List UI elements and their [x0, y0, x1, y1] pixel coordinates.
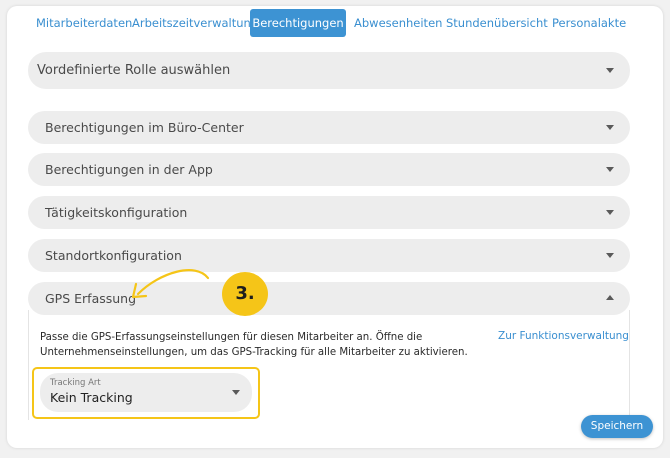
- annotation-arrow-icon: [131, 269, 210, 299]
- step-badge: 3.: [222, 272, 268, 316]
